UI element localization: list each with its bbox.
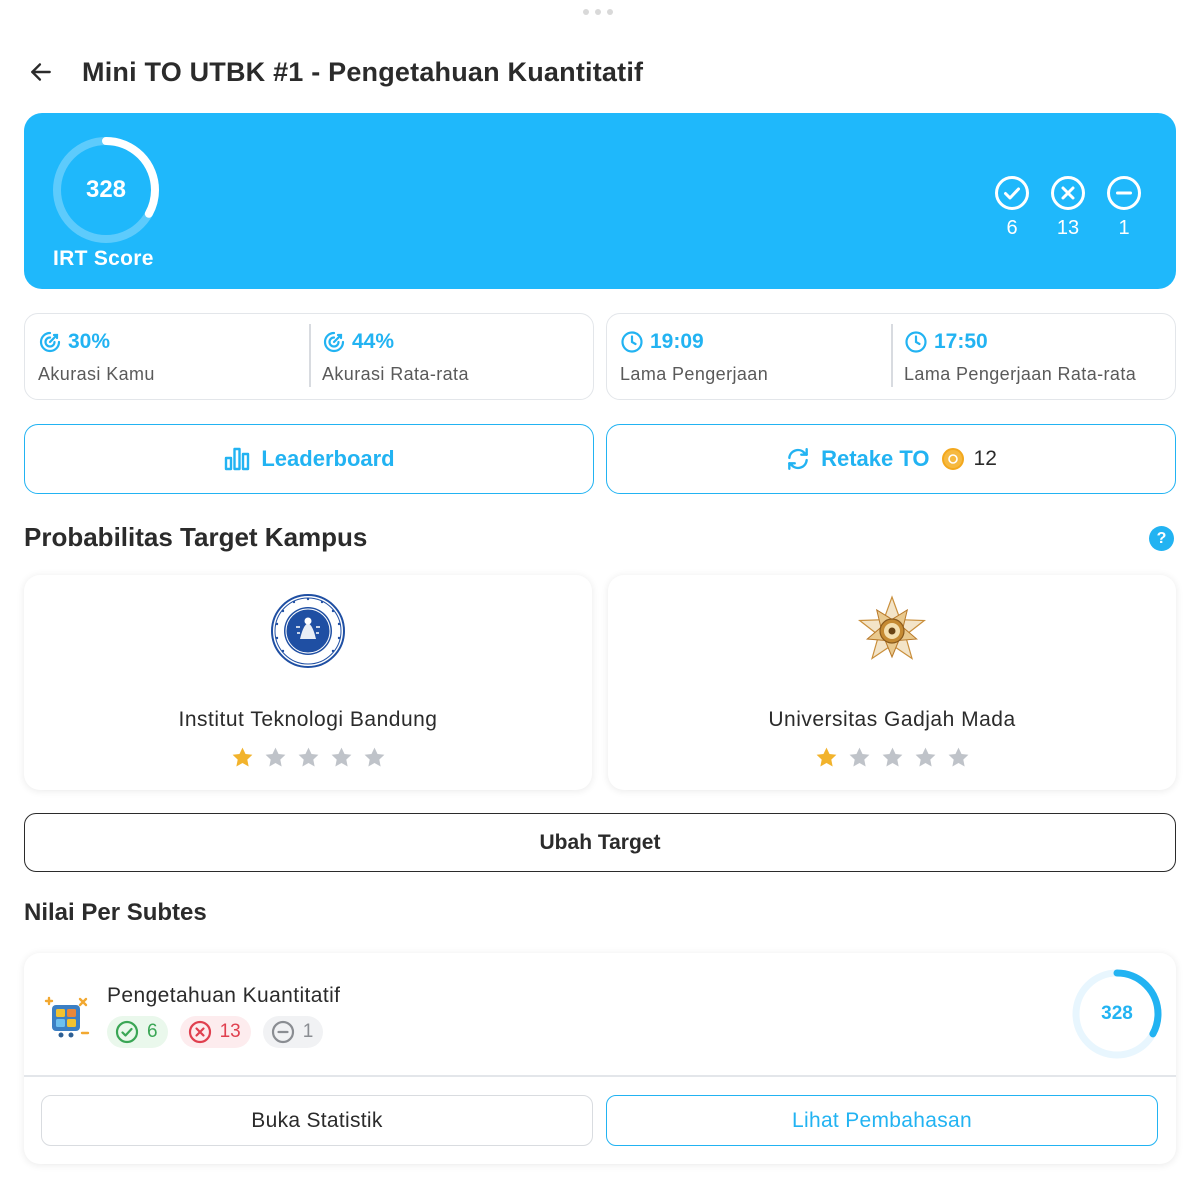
star-icon — [331, 747, 351, 767]
irt-score-value: 328 — [85, 176, 127, 203]
star-icon — [915, 747, 935, 767]
arrow-left-icon — [31, 63, 51, 81]
change-target-button[interactable]: Ubah Target — [24, 813, 1176, 872]
correct-count: 6 — [994, 175, 1030, 240]
star-icon — [298, 747, 318, 767]
view-discussion-button[interactable]: Lihat Pembahasan — [606, 1095, 1158, 1146]
duration-average-value: 17:50 — [934, 330, 988, 353]
subtest-score-value: 328 — [1101, 1003, 1133, 1024]
duration-yours-label: Lama Pengerjaan — [620, 364, 769, 384]
duration-yours: 19:09 Lama Pengerjaan — [607, 314, 891, 399]
accuracy-yours-label: Akurasi Kamu — [38, 364, 155, 384]
subtest-correct-value: 6 — [147, 1021, 158, 1042]
math-puzzle-icon — [42, 993, 90, 1041]
subtest-name: Pengetahuan Kuantitatif — [107, 984, 341, 1007]
minus-circle-icon — [271, 1020, 294, 1044]
header: Mini TO UTBK #1 - Pengetahuan Kuantitati… — [24, 50, 1176, 94]
leaderboard-button[interactable]: Leaderboard — [24, 424, 594, 494]
probability-rating — [24, 745, 592, 770]
refresh-icon — [788, 448, 808, 470]
ugm-logo — [854, 593, 930, 669]
retake-button[interactable]: Retake TO 12 — [606, 424, 1176, 494]
campus-name: Institut Teknologi Bandung — [178, 708, 438, 731]
subtest-skipped-badge: 1 — [262, 1016, 324, 1048]
itb-logo — [270, 593, 346, 669]
subtest-correct-badge: 6 — [107, 1016, 168, 1048]
clock-icon — [621, 331, 643, 353]
page-title: Mini TO UTBK #1 - Pengetahuan Kuantitati… — [82, 56, 644, 87]
star-icon — [232, 747, 252, 767]
correct-count-value: 6 — [1006, 217, 1018, 239]
wrong-count: 13 — [1050, 175, 1086, 240]
clock-icon — [905, 331, 927, 353]
duration-average-label: Lama Pengerjaan Rata-rata — [904, 364, 1137, 384]
subtest-card: Pengetahuan Kuantitatif 6 13 1 328 Buka … — [24, 953, 1176, 1164]
duration-card: 19:09 Lama Pengerjaan 17:50 Lama Pengerj… — [606, 313, 1176, 400]
accuracy-yours: 30% Akurasi Kamu — [25, 314, 309, 399]
card-divider — [24, 1075, 1176, 1077]
irt-score-label: IRT Score — [53, 247, 154, 270]
star-icon — [265, 747, 285, 767]
campus-name: Universitas Gadjah Mada — [768, 708, 1016, 731]
duration-average: 17:50 Lama Pengerjaan Rata-rata — [891, 314, 1175, 399]
accuracy-average: 44% Akurasi Rata-rata — [309, 314, 593, 399]
accuracy-average-value: 44% — [352, 330, 395, 353]
subtest-wrong-badge: 13 — [179, 1016, 251, 1048]
check-circle-icon — [995, 176, 1029, 210]
target-icon — [39, 331, 61, 353]
open-statistics-button[interactable]: Buka Statistik — [41, 1095, 593, 1146]
star-icon — [816, 747, 836, 767]
campus-card: Institut Teknologi Bandung — [24, 575, 592, 790]
campus-card: Universitas Gadjah Mada — [608, 575, 1176, 790]
duration-yours-value: 19:09 — [650, 330, 704, 353]
back-button[interactable] — [24, 55, 58, 89]
score-banner: 328 IRT Score 6 13 1 — [24, 113, 1176, 289]
skipped-count-value: 1 — [1118, 217, 1130, 239]
wrong-count-value: 13 — [1056, 217, 1080, 239]
accuracy-yours-value: 30% — [68, 330, 111, 353]
bar-chart-icon — [225, 447, 250, 471]
sheet-grabber[interactable] — [583, 9, 613, 15]
accuracy-card: 30% Akurasi Kamu 44% Akurasi Rata-rata — [24, 313, 594, 400]
probability-rating — [608, 745, 1176, 770]
subtest-score-ring: 328 — [1071, 968, 1163, 1060]
irt-score-ring: 328 — [51, 135, 161, 245]
retake-label: Retake TO — [821, 446, 930, 471]
leaderboard-label: Leaderboard — [261, 446, 395, 471]
subtest-skipped-value: 1 — [302, 1021, 314, 1042]
minus-circle-icon — [1107, 176, 1141, 210]
star-icon — [882, 747, 902, 767]
help-icon[interactable]: ? — [1149, 526, 1174, 551]
retake-cost: 12 — [973, 447, 997, 470]
campus-section-title: Probabilitas Target Kampus — [24, 522, 368, 552]
subtest-answer-summary: 6 13 1 — [107, 1016, 324, 1048]
subtest-section-title: Nilai Per Subtes — [24, 899, 207, 926]
star-icon — [948, 747, 968, 767]
star-icon — [849, 747, 869, 767]
x-circle-icon — [188, 1020, 211, 1044]
x-circle-icon — [1051, 176, 1085, 210]
coin-icon — [941, 448, 964, 470]
answer-summary: 6 13 1 — [994, 175, 1142, 240]
check-circle-icon — [115, 1020, 139, 1044]
subtest-wrong-value: 13 — [219, 1021, 241, 1042]
accuracy-average-label: Akurasi Rata-rata — [322, 364, 469, 384]
star-icon — [364, 747, 384, 767]
target-icon — [323, 331, 345, 353]
skipped-count: 1 — [1106, 175, 1142, 240]
